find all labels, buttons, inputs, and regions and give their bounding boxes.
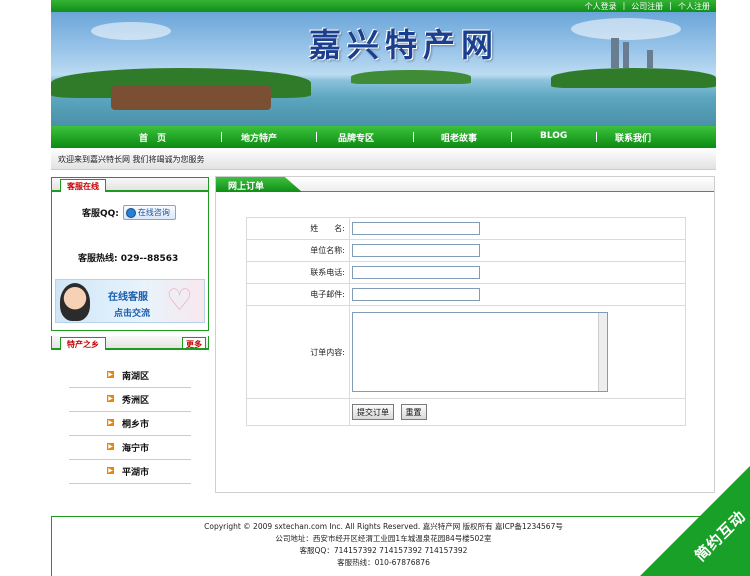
service-box-header: 客服在线: [52, 178, 208, 192]
nav-separator: [221, 132, 222, 142]
arrow-right-icon: ▶: [107, 395, 114, 402]
footer-qq: 客服QQ：714157392 714157392 714157392: [299, 546, 468, 555]
link-personal-register[interactable]: 个人注册: [678, 1, 710, 12]
region-item[interactable]: ▶ 平湖市: [69, 460, 191, 484]
qq-label: 客服QQ:: [82, 209, 119, 219]
nav-separator: [316, 132, 317, 142]
nav-contact[interactable]: 联系我们: [615, 131, 651, 144]
order-panel: 网上订单 姓 名: 单位名称: 联系电话: 电子邮件: 订单内容: 提交订单 重…: [215, 176, 715, 493]
form-row-email: 电子邮件:: [246, 283, 686, 306]
reset-button[interactable]: 重置: [400, 404, 427, 420]
region-item[interactable]: ▶ 秀洲区: [69, 388, 191, 412]
region-item[interactable]: ▶ 桐乡市: [69, 412, 191, 436]
form-row-buttons: 提交订单 重置: [246, 398, 686, 426]
region-item[interactable]: ▶ 海宁市: [69, 436, 191, 460]
top-links-bar: 个人登录 | 公司注册 | 个人注册: [51, 0, 716, 12]
region-box-header: 特产之乡 更多: [51, 336, 209, 350]
arrow-right-icon: ▶: [107, 443, 114, 450]
arrow-right-icon: ▶: [107, 467, 114, 474]
heart-icon: ♡: [166, 283, 193, 318]
textarea-scrollbar[interactable]: [598, 313, 607, 391]
company-label: 单位名称:: [246, 239, 350, 262]
region-list: ▶ 南湖区 ▶ 秀洲区 ▶ 桐乡市 ▶ 海宁市 ▶ 平湖市: [69, 364, 191, 484]
company-input[interactable]: [352, 244, 480, 257]
buttons-cell: 提交订单 重置: [349, 398, 686, 426]
phone-cell: [349, 261, 686, 284]
phone-label: 联系电话:: [246, 261, 350, 284]
online-banner-subtitle: 点击交流: [114, 309, 151, 319]
qq-penguin-icon: [125, 207, 136, 218]
form-row-name: 姓 名:: [246, 217, 686, 240]
form-row-company: 单位名称:: [246, 239, 686, 262]
form-row-phone: 联系电话:: [246, 261, 686, 284]
content-cell: [349, 305, 686, 399]
separator: |: [669, 1, 672, 10]
arrow-right-icon: ▶: [107, 371, 114, 378]
order-content-textarea[interactable]: [352, 312, 608, 392]
service-hotline: 客服热线: 029--88563: [78, 254, 179, 264]
phone-input[interactable]: [352, 266, 480, 279]
region-name: 平湖市: [122, 468, 150, 478]
order-form: 姓 名: 单位名称: 联系电话: 电子邮件: 订单内容: 提交订单 重置: [246, 217, 686, 426]
main-nav: 首 页 地方特产 品牌专区 咀老故事 BLOG 联系我们: [51, 126, 716, 148]
email-input[interactable]: [352, 288, 480, 301]
nav-separator: [596, 132, 597, 142]
agent-avatar-icon: [60, 283, 90, 321]
email-label: 电子邮件:: [246, 283, 350, 306]
footer-hotline: 客服热线：010-67876876: [337, 558, 430, 567]
online-service-banner[interactable]: ♡ 在线客服 点击交流: [55, 279, 205, 323]
region-name: 秀洲区: [122, 396, 150, 406]
link-company-register[interactable]: 公司注册: [631, 1, 663, 12]
more-link[interactable]: 更多: [182, 337, 206, 349]
region-item[interactable]: ▶ 南湖区: [69, 364, 191, 388]
name-label: 姓 名:: [246, 217, 350, 240]
nav-home[interactable]: 首 页: [139, 131, 166, 144]
separator: |: [622, 1, 626, 10]
service-box: 客服在线 客服QQ: 在线咨询 客服热线: 029--88563 ♡ 在线客服 …: [51, 177, 209, 331]
welcome-text: 欢迎来到嘉兴特长网 我们将竭诚为您服务: [58, 155, 205, 164]
order-tab: 网上订单: [216, 177, 302, 192]
company-cell: [349, 239, 686, 262]
online-consult-button[interactable]: 在线咨询: [122, 205, 176, 220]
top-links: 个人登录 | 公司注册 | 个人注册: [585, 1, 710, 12]
nav-local-specialties[interactable]: 地方特产: [241, 131, 277, 144]
region-name: 桐乡市: [122, 420, 150, 430]
footer-copyright: Copyright © 2009 sxtechan.com Inc. All R…: [204, 522, 563, 531]
footer: Copyright © 2009 sxtechan.com Inc. All R…: [51, 516, 716, 576]
buttons-label-cell: [246, 398, 350, 426]
nav-blog[interactable]: BLOG: [540, 131, 567, 141]
email-cell: [349, 283, 686, 306]
name-cell: [349, 217, 686, 240]
nav-brand-zone[interactable]: 品牌专区: [338, 131, 374, 144]
nav-stories[interactable]: 咀老故事: [441, 131, 477, 144]
watermark-badge: 简约互动: [640, 466, 750, 576]
nav-separator: [511, 132, 512, 142]
header-banner: 嘉兴特产网: [51, 12, 716, 126]
online-banner-title: 在线客服: [108, 292, 148, 303]
arrow-right-icon: ▶: [107, 419, 114, 426]
submit-order-button[interactable]: 提交订单: [352, 404, 394, 420]
order-panel-header: 网上订单: [216, 177, 714, 192]
content-label: 订单内容:: [246, 305, 350, 399]
footer-address: 公司地址：西安市经开区经渭工业园1车城温泉花园84号楼502室: [275, 534, 492, 543]
qq-row: 客服QQ: 在线咨询: [82, 205, 176, 220]
region-name: 海宁市: [122, 444, 150, 454]
nav-separator: [413, 132, 414, 142]
service-box-tab: 客服在线: [60, 179, 106, 192]
welcome-strip: 欢迎来到嘉兴特长网 我们将竭诚为您服务: [51, 148, 716, 170]
region-name: 南湖区: [122, 372, 150, 382]
name-input[interactable]: [352, 222, 480, 235]
site-title: 嘉兴特产网: [309, 26, 500, 64]
link-personal-login[interactable]: 个人登录: [585, 1, 617, 12]
region-box-tab: 特产之乡: [60, 337, 106, 350]
region-box: 特产之乡 更多 ▶ 南湖区 ▶ 秀洲区 ▶ 桐乡市 ▶ 海宁市 ▶ 平湖市: [51, 336, 209, 488]
online-consult-label: 在线咨询: [137, 208, 170, 217]
form-row-content: 订单内容:: [246, 305, 686, 399]
